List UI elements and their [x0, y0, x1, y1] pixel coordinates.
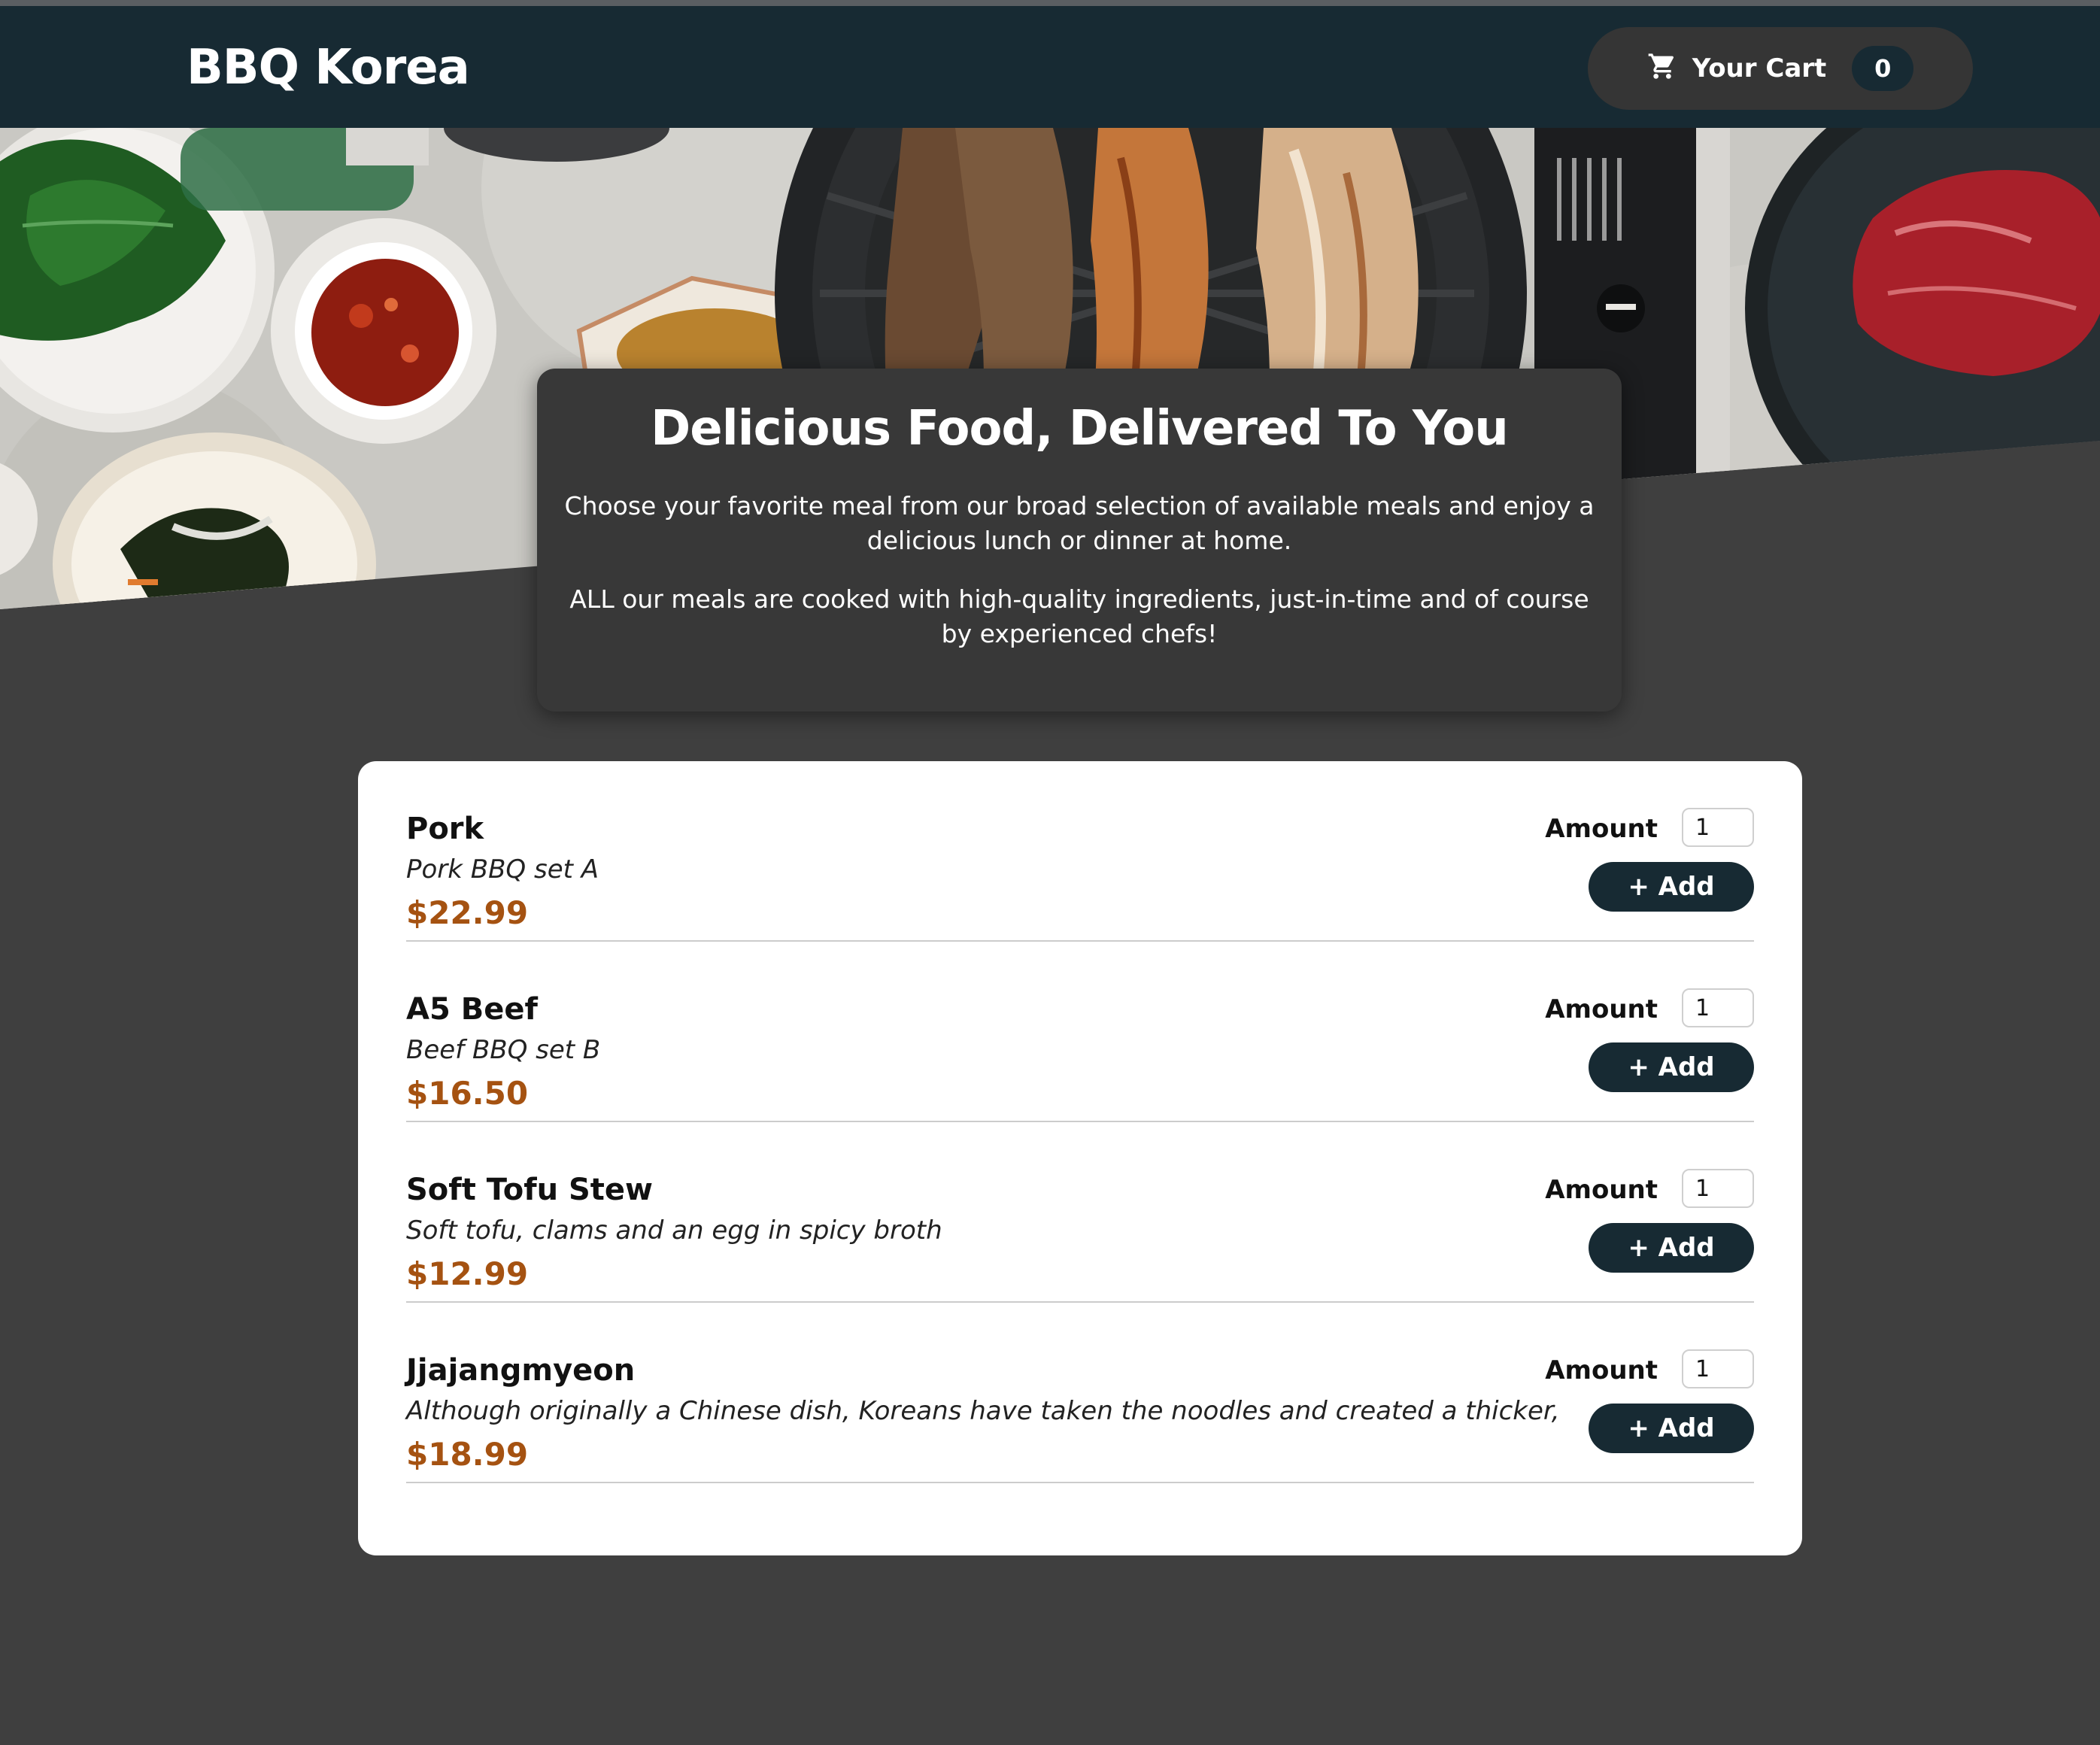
summary-heading: Delicious Food, Delivered To You [651, 401, 1509, 457]
meal-name: Soft Tofu Stew [406, 1173, 654, 1207]
add-button[interactable]: + Add [1589, 1042, 1754, 1092]
window-top-border [0, 0, 2100, 6]
app-header: BBQ Korea Your Cart 0 [0, 6, 2100, 128]
meal-name: Pork [406, 812, 484, 846]
meal-description: Soft tofu, clams and an egg in spicy bro… [406, 1215, 942, 1246]
meals-list-card: Pork Pork BBQ set A $22.99 Amount + Add … [358, 761, 1802, 1555]
meal-item: Soft Tofu Stew Soft tofu, clams and an e… [406, 1122, 1754, 1303]
amount-input[interactable] [1682, 1169, 1754, 1208]
meal-price: $16.50 [406, 1075, 529, 1112]
meal-item: Pork Pork BBQ set A $22.99 Amount + Add [406, 761, 1754, 942]
amount-input[interactable] [1682, 808, 1754, 847]
cart-count-badge: 0 [1852, 46, 1914, 91]
amount-input[interactable] [1682, 1349, 1754, 1388]
add-button[interactable]: + Add [1589, 1404, 1754, 1453]
amount-input[interactable] [1682, 988, 1754, 1027]
cart-icon [1648, 53, 1674, 79]
meal-item: A5 Beef Beef BBQ set B $16.50 Amount + A… [406, 942, 1754, 1122]
meal-price: $12.99 [406, 1255, 529, 1292]
cart-button[interactable]: Your Cart 0 [1588, 27, 1973, 110]
meal-description: Although originally a Chinese dish, Kore… [406, 1396, 1560, 1426]
amount-label: Amount [1545, 1175, 1658, 1205]
meal-description: Beef BBQ set B [406, 1035, 601, 1065]
amount-label: Amount [1545, 814, 1658, 844]
meal-name: Jjajangmyeon [406, 1353, 636, 1388]
amount-label: Amount [1545, 994, 1658, 1024]
summary-card: Delicious Food, Delivered To You Choose … [537, 369, 1622, 712]
meal-item: Jjajangmyeon Although originally a Chine… [406, 1303, 1754, 1483]
meal-name: A5 Beef [406, 992, 538, 1027]
summary-paragraph-2: ALL our meals are cooked with high-quali… [569, 584, 1589, 648]
brand-title: BBQ Korea [187, 40, 470, 96]
summary-paragraph-1: Choose your favorite meal from our broad… [564, 491, 1595, 555]
meal-description: Pork BBQ set A [406, 854, 599, 885]
add-button[interactable]: + Add [1589, 1223, 1754, 1273]
meal-price: $22.99 [406, 894, 529, 931]
add-button[interactable]: + Add [1589, 862, 1754, 912]
cart-label: Your Cart [1692, 53, 1827, 83]
amount-label: Amount [1545, 1355, 1658, 1385]
meal-price: $18.99 [406, 1436, 529, 1473]
